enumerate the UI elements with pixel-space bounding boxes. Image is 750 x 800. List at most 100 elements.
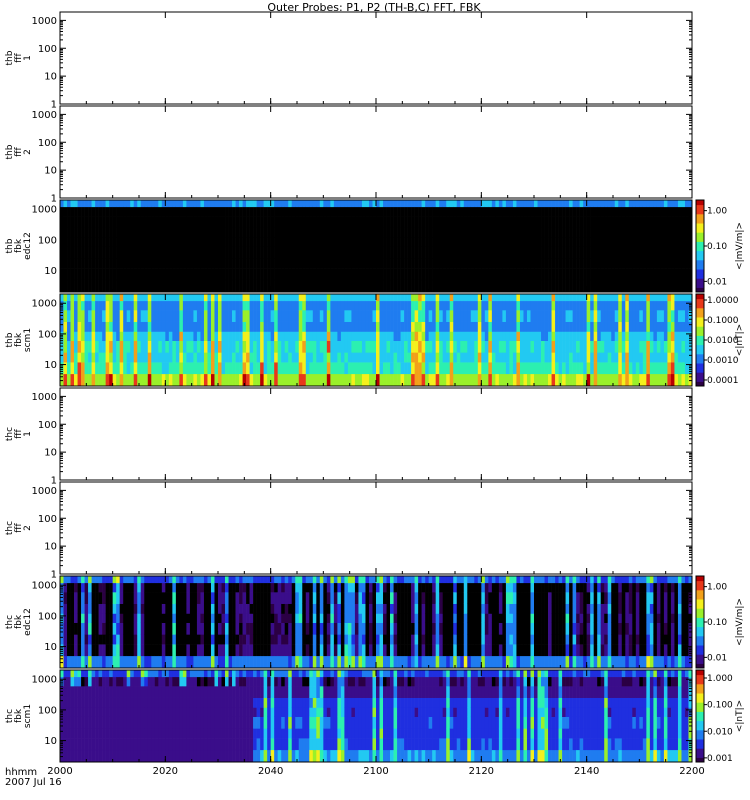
spectrogram-cell (368, 340, 373, 353)
spectrogram-cell (284, 340, 289, 353)
spectrogram-cell (218, 622, 222, 635)
spectrogram-cell (263, 310, 268, 322)
spectrogram-cell (298, 279, 303, 293)
spectrogram-cell (397, 237, 401, 247)
spectrogram-cell (239, 206, 243, 217)
spectrogram-cell (579, 237, 584, 247)
spectrogram-thb-edc12 (60, 200, 693, 293)
spectrogram-cell (411, 644, 415, 657)
spectrogram-cell (168, 655, 173, 669)
spectrogram-cell (512, 294, 517, 302)
spectrogram-cell (140, 352, 145, 363)
spectrogram-cell (323, 340, 328, 353)
spectrogram-cell (379, 576, 384, 584)
spectrogram-cell (372, 206, 377, 217)
spectrogram-cell (677, 340, 682, 353)
spectrogram-cell (333, 362, 338, 375)
spectrogram-cell (684, 216, 689, 228)
spectrogram-cell (684, 373, 689, 387)
spectrogram-cell (488, 227, 493, 238)
spectrogram-cell (193, 279, 198, 293)
spectrogram-cell (663, 200, 668, 208)
spectrogram-cell (316, 310, 321, 322)
spectrogram-cell (295, 603, 300, 614)
spectrogram-cell (74, 613, 78, 623)
spectrogram-cell (95, 373, 99, 387)
spectrogram-cell (179, 352, 184, 363)
spectrogram-cell (210, 622, 215, 635)
spectrogram-cell (295, 362, 300, 375)
spectrogram-cell (270, 258, 275, 269)
spectrogram-cell (123, 206, 128, 217)
spectrogram-cell (509, 200, 514, 208)
spectrogram-cell (249, 613, 254, 623)
spectrogram-cell (614, 246, 619, 259)
spectrogram-cell (151, 294, 156, 302)
spectrogram-cell (628, 352, 633, 363)
spectrogram-cell (105, 237, 110, 247)
spectrogram-cell (555, 310, 559, 322)
spectrogram-cell (432, 655, 436, 669)
spectrogram-cell (639, 321, 644, 332)
y-tick-label: 10 (44, 72, 57, 83)
spectrogram-cell (253, 373, 257, 387)
spectrogram-cell (207, 622, 212, 635)
spectrogram-cell (635, 206, 640, 217)
spectrogram-cell (116, 644, 120, 657)
spectrogram-cell (344, 592, 349, 604)
spectrogram-cell (677, 321, 682, 332)
spectrogram-cell (281, 582, 286, 593)
spectrogram-cell (270, 200, 275, 208)
spectrogram-cell (470, 237, 475, 247)
spectrogram-cell (246, 294, 250, 302)
spectrogram-cell (214, 268, 219, 281)
spectrogram-cell (572, 216, 577, 228)
spectrogram-cell (77, 294, 82, 302)
spectrogram-cell (383, 246, 387, 259)
spectrogram-cell (677, 237, 682, 247)
spectrogram-cell (133, 582, 138, 593)
spectrogram-cell (421, 268, 426, 281)
spectrogram-cell (344, 258, 349, 269)
spectrogram-cell (684, 206, 689, 217)
spectrogram-cell (116, 310, 120, 322)
spectrogram-cell (330, 200, 335, 208)
spectrogram-cell (572, 268, 577, 281)
spectrogram-cell (407, 227, 412, 238)
spectrogram-cell (344, 331, 349, 341)
spectrogram-cell (435, 613, 440, 623)
spectrogram-cell (386, 644, 391, 657)
spectrogram-cell (397, 352, 401, 363)
spectrogram-cell (379, 603, 384, 614)
spectrogram-cell (144, 331, 149, 341)
spectrogram-cell (467, 321, 472, 332)
spectrogram-cell (390, 582, 394, 593)
spectrogram-cell (477, 321, 482, 332)
spectrogram-cell (333, 622, 338, 635)
spectrogram-cell (600, 258, 605, 269)
spectrogram-cell (498, 331, 503, 341)
spectrogram-cell (326, 373, 331, 387)
spectrogram-cell (505, 321, 510, 332)
spectrogram-cell (221, 655, 226, 669)
spectrogram-cell (91, 279, 96, 293)
spectrogram-cell (365, 227, 370, 238)
spectrogram-cell (414, 331, 419, 341)
spectrogram-cell (600, 206, 605, 217)
spectrogram-cell (368, 373, 373, 387)
spectrogram-cell (147, 655, 152, 669)
spectrogram-cell (393, 576, 398, 584)
spectrogram-cell (340, 352, 345, 363)
spectrogram-cell (562, 300, 566, 311)
spectrogram-cell (330, 655, 335, 669)
spectrogram-cell (386, 246, 391, 259)
spectrogram-cell (210, 216, 215, 228)
spectrogram-cell (397, 300, 401, 311)
spectrogram-cell (470, 246, 475, 259)
spectrogram-cell (361, 603, 366, 614)
spectrogram-cell (60, 373, 64, 387)
spectrogram-cell (660, 294, 665, 302)
spectrogram-cell (309, 634, 314, 645)
spectrogram-cell (200, 603, 205, 614)
spectrogram-cell (225, 352, 229, 363)
